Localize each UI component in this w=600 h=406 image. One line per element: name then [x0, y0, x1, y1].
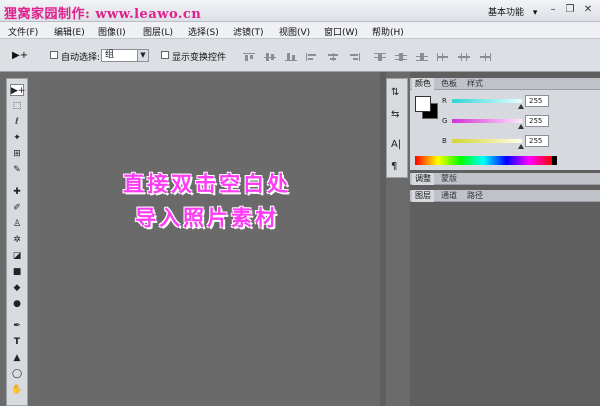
eraser-tool-icon[interactable]: ◪ [10, 250, 24, 262]
minimize-button[interactable]: – [546, 4, 560, 16]
auto-select-label: 自动选择: [61, 53, 101, 63]
chevron-down-icon: ▾ [532, 8, 538, 18]
menu-bar: 文件(F) 编辑(E) 图像(I) 图层(L) 选择(S) 滤镜(T) 视图(V… [0, 22, 600, 39]
align-vcenter-icon[interactable] [264, 53, 276, 61]
blue-slider-thumb[interactable] [518, 144, 524, 149]
spectrum-black-swatch[interactable] [552, 156, 557, 165]
layers-panel-tabs: 图层 通道 路径 [410, 190, 600, 202]
color-panel: R 255 G 255 B 255 [410, 90, 600, 170]
align-top-icon[interactable] [243, 53, 255, 61]
foreground-color-swatch[interactable] [415, 96, 431, 112]
brush-tool-icon[interactable]: ✐ [10, 202, 24, 214]
menu-edit[interactable]: 编辑(E) [54, 25, 85, 38]
restore-button[interactable]: ❐ [563, 4, 577, 16]
tab-channels[interactable]: 通道 [438, 190, 460, 202]
menu-layer[interactable]: 图层(L) [143, 25, 173, 38]
canvas-hint-line2: 导入照片素材 [135, 205, 279, 230]
tab-swatches[interactable]: 色板 [438, 78, 460, 90]
color-panel-tabs: 颜色 色板 样式 [410, 78, 600, 90]
close-button[interactable]: ✕ [581, 4, 595, 16]
menu-window[interactable]: 窗口(W) [324, 25, 358, 38]
paragraph-panel-icon[interactable]: ¶ [391, 161, 397, 172]
align-left-icon[interactable] [306, 53, 318, 61]
tab-styles[interactable]: 样式 [464, 78, 486, 90]
red-slider-track[interactable] [452, 99, 522, 103]
show-transform-checkbox[interactable] [161, 51, 169, 59]
menu-help[interactable]: 帮助(H) [372, 25, 404, 38]
auto-select-dropdown[interactable]: 组 ▼ [101, 49, 149, 62]
menu-filter[interactable]: 滤镜(T) [233, 25, 264, 38]
blur-tool-icon[interactable]: ◆ [10, 282, 24, 294]
green-value-field[interactable]: 255 [525, 115, 549, 127]
clone-stamp-tool-icon[interactable]: ♙ [10, 218, 24, 230]
eyedropper-tool-icon[interactable]: ✎ [10, 164, 24, 176]
menu-view[interactable]: 视图(V) [279, 25, 310, 38]
pen-tool-icon[interactable]: ✒ [10, 320, 24, 332]
panel-icon-column: ⇅ ⇆ A| ¶ [386, 78, 408, 178]
magic-wand-tool-icon[interactable]: ✦ [10, 132, 24, 144]
marquee-tool-icon[interactable]: ⬚ [10, 100, 24, 112]
tab-adjustments[interactable]: 调整 [412, 173, 434, 185]
toolbox: ▶+ ⬚ ℓ ✦ ⊞ ✎ ✚ ✐ ♙ ✲ ◪ ■ ◆ ● ✒ T ▲ ◯ ✋ [6, 78, 28, 406]
green-slider-thumb[interactable] [518, 124, 524, 129]
red-slider-thumb[interactable] [518, 104, 524, 109]
green-slider-track[interactable] [452, 119, 522, 123]
align-right-icon[interactable] [348, 53, 360, 61]
chevron-down-icon: ▼ [137, 50, 148, 61]
title-bar: 狸窝家园制作: www.leawo.cn 基本功能 ▾ – ❐ ✕ [0, 0, 600, 22]
hand-tool-icon[interactable]: ✋ [10, 384, 24, 396]
workspace-switcher[interactable]: 基本功能 ▾ [488, 5, 537, 18]
blue-value-field[interactable]: 255 [525, 135, 549, 147]
tab-paths[interactable]: 路径 [464, 190, 486, 202]
window-title: 狸窝家园制作: www.leawo.cn [4, 7, 202, 22]
dodge-tool-icon[interactable]: ● [10, 298, 24, 310]
distribute-hcenter-icon[interactable] [458, 53, 470, 61]
adjust-panel-tabs: 调整 蒙版 [410, 173, 600, 185]
history-brush-tool-icon[interactable]: ✲ [10, 234, 24, 246]
distribute-left-icon[interactable] [437, 53, 449, 61]
distribute-vcenter-icon[interactable] [395, 53, 407, 61]
tab-layers[interactable]: 图层 [412, 190, 434, 202]
canvas-area[interactable]: 直接双击空白处 导入照片素材 [34, 78, 380, 406]
crop-tool-icon[interactable]: ⊞ [10, 148, 24, 160]
move-tool-icon[interactable]: ▶+ [12, 50, 28, 61]
align-bottom-icon[interactable] [285, 53, 297, 61]
distribute-right-icon[interactable] [479, 53, 491, 61]
lasso-tool-icon[interactable]: ℓ [10, 116, 24, 128]
menu-image[interactable]: 图像(I) [98, 25, 126, 38]
tab-masks[interactable]: 蒙版 [438, 173, 460, 185]
menu-select[interactable]: 选择(S) [188, 25, 219, 38]
color-spectrum-bar[interactable] [415, 156, 552, 165]
red-value-field[interactable]: 255 [525, 95, 549, 107]
character-panel-icon[interactable]: A| [391, 139, 401, 150]
shape-tool-icon[interactable]: ◯ [10, 368, 24, 380]
distribute-bottom-icon[interactable] [416, 53, 428, 61]
green-channel-label: G [442, 117, 448, 125]
red-channel-label: R [442, 97, 447, 105]
healing-brush-tool-icon[interactable]: ✚ [10, 186, 24, 198]
gradient-tool-icon[interactable]: ■ [10, 266, 24, 278]
menu-file[interactable]: 文件(F) [8, 25, 38, 38]
history-panel-icon[interactable]: ⇅ [391, 87, 399, 98]
blue-slider-track[interactable] [452, 139, 522, 143]
distribute-top-icon[interactable] [374, 53, 386, 61]
actions-panel-icon[interactable]: ⇆ [391, 109, 399, 120]
options-bar: ▶+ 自动选择: 组 ▼ 显示变换控件 [0, 39, 600, 72]
workspace-label: 基本功能 [488, 8, 525, 18]
show-transform-label: 显示变换控件 [172, 53, 227, 63]
type-tool-icon[interactable]: T [10, 336, 24, 348]
blue-channel-label: B [442, 137, 447, 145]
move-tool-icon[interactable]: ▶+ [10, 84, 25, 96]
align-hcenter-icon[interactable] [327, 53, 339, 61]
path-selection-tool-icon[interactable]: ▲ [10, 352, 24, 364]
tab-color[interactable]: 颜色 [412, 78, 434, 90]
auto-select-value: 组 [105, 50, 115, 60]
auto-select-checkbox[interactable] [50, 51, 58, 59]
canvas-hint-line1: 直接双击空白处 [123, 171, 291, 196]
